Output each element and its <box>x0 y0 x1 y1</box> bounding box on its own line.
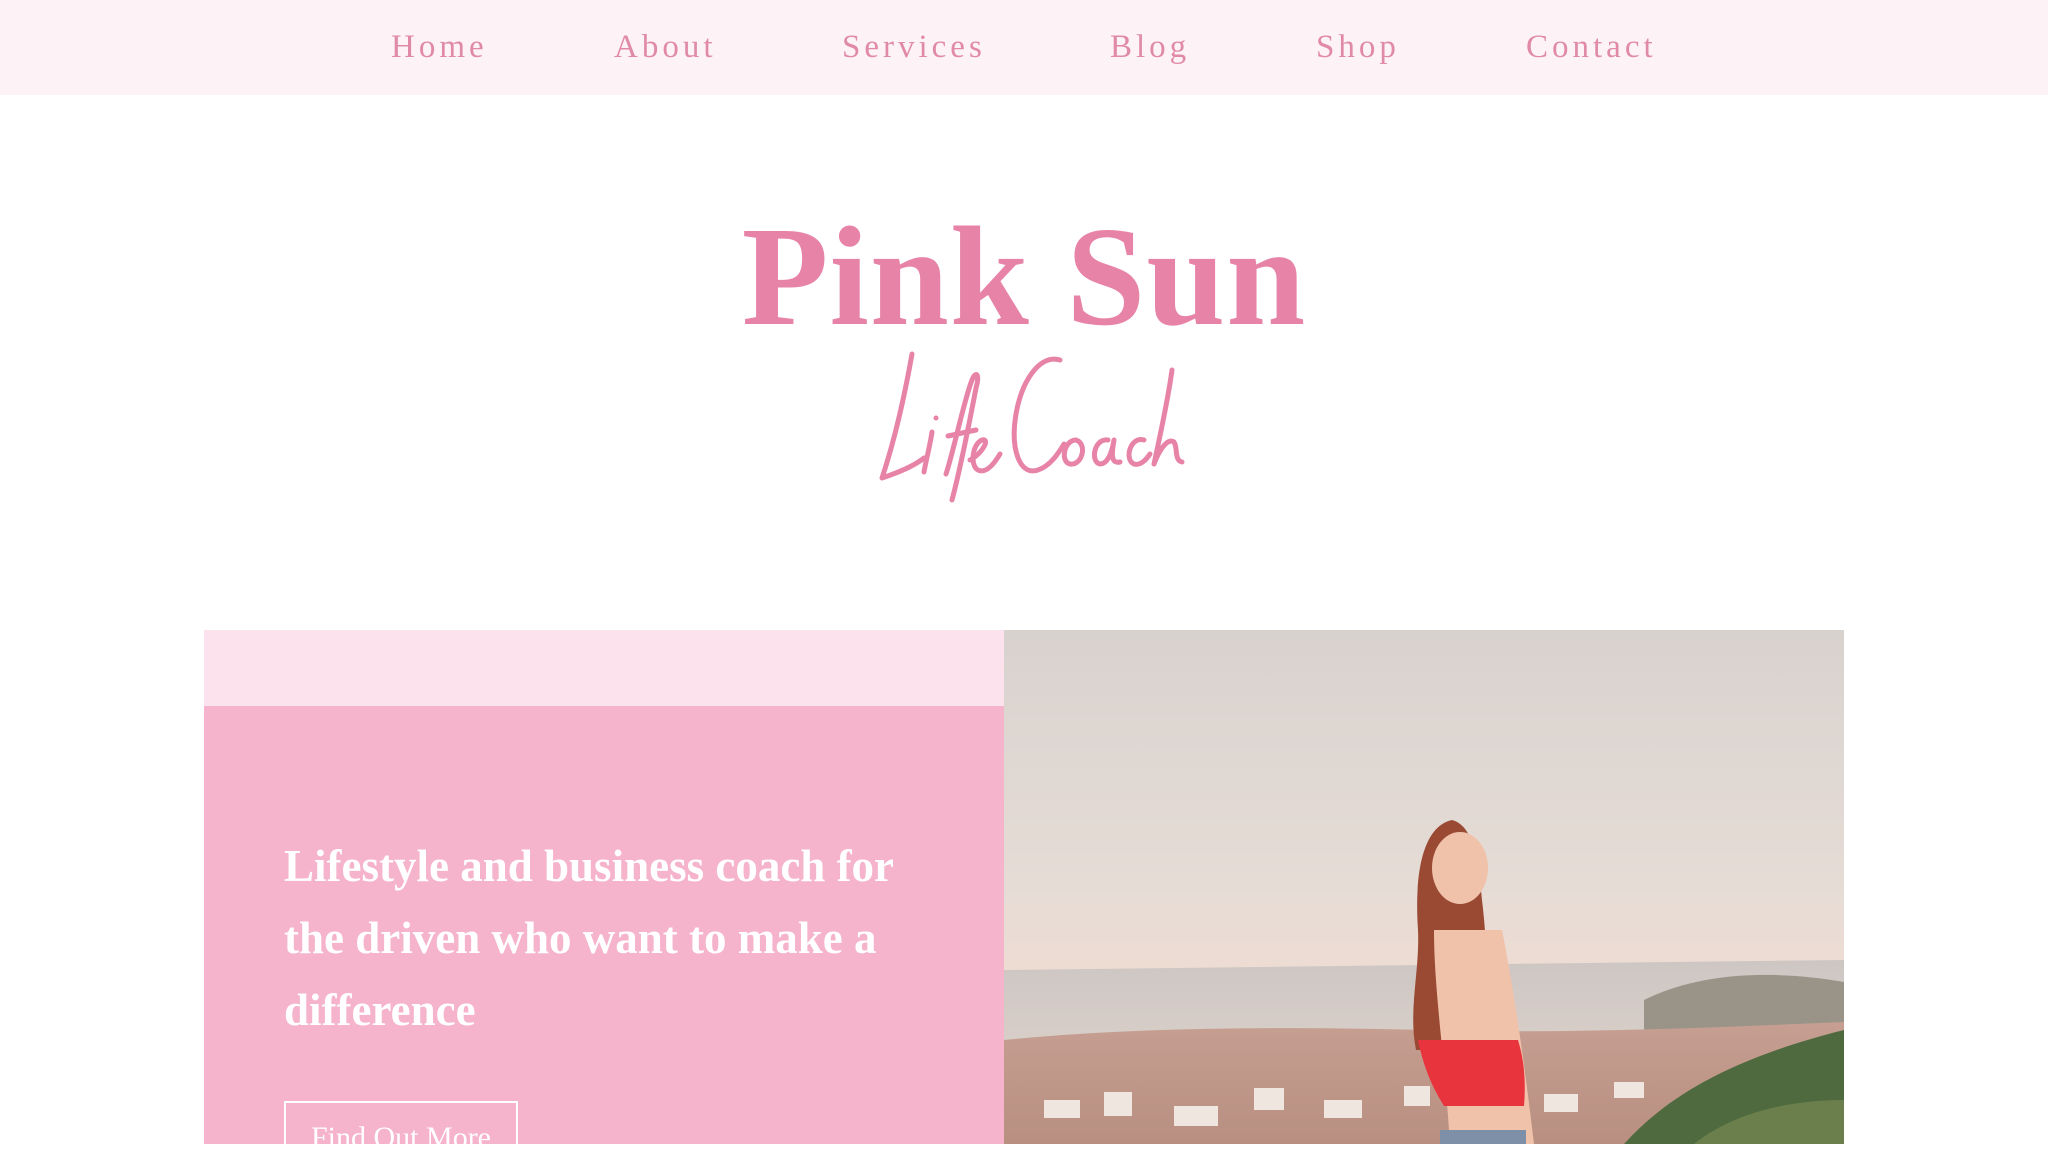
nav-blog-link[interactable]: Blog <box>1110 24 1190 70</box>
brand-title: Pink Sun <box>741 197 1307 355</box>
hero-text-panel: Lifestyle and business coach for the dri… <box>204 706 1004 1165</box>
brand-subtitle-text: Life Coach <box>1024 510 1025 511</box>
nav-shop-link[interactable]: Shop <box>1316 24 1400 70</box>
brand-subtitle: Life Coach <box>0 340 2048 510</box>
top-navigation: Home About Services Blog Shop Contact <box>0 0 2048 95</box>
hero-photo <box>1004 630 1844 1144</box>
nav-about-link[interactable]: About <box>614 24 717 70</box>
nav-home-link[interactable]: Home <box>391 24 488 70</box>
coach-photo-illustration <box>1004 630 1844 1144</box>
script-wordmark <box>879 351 1185 503</box>
nav-services-link[interactable]: Services <box>842 24 986 70</box>
nav-contact-link[interactable]: Contact <box>1526 24 1657 70</box>
hero-tagline: Lifestyle and business coach for the dri… <box>284 841 894 1035</box>
find-out-more-button[interactable]: Find Out More <box>284 1101 518 1165</box>
hero-panel-accent-strip <box>204 630 1004 706</box>
